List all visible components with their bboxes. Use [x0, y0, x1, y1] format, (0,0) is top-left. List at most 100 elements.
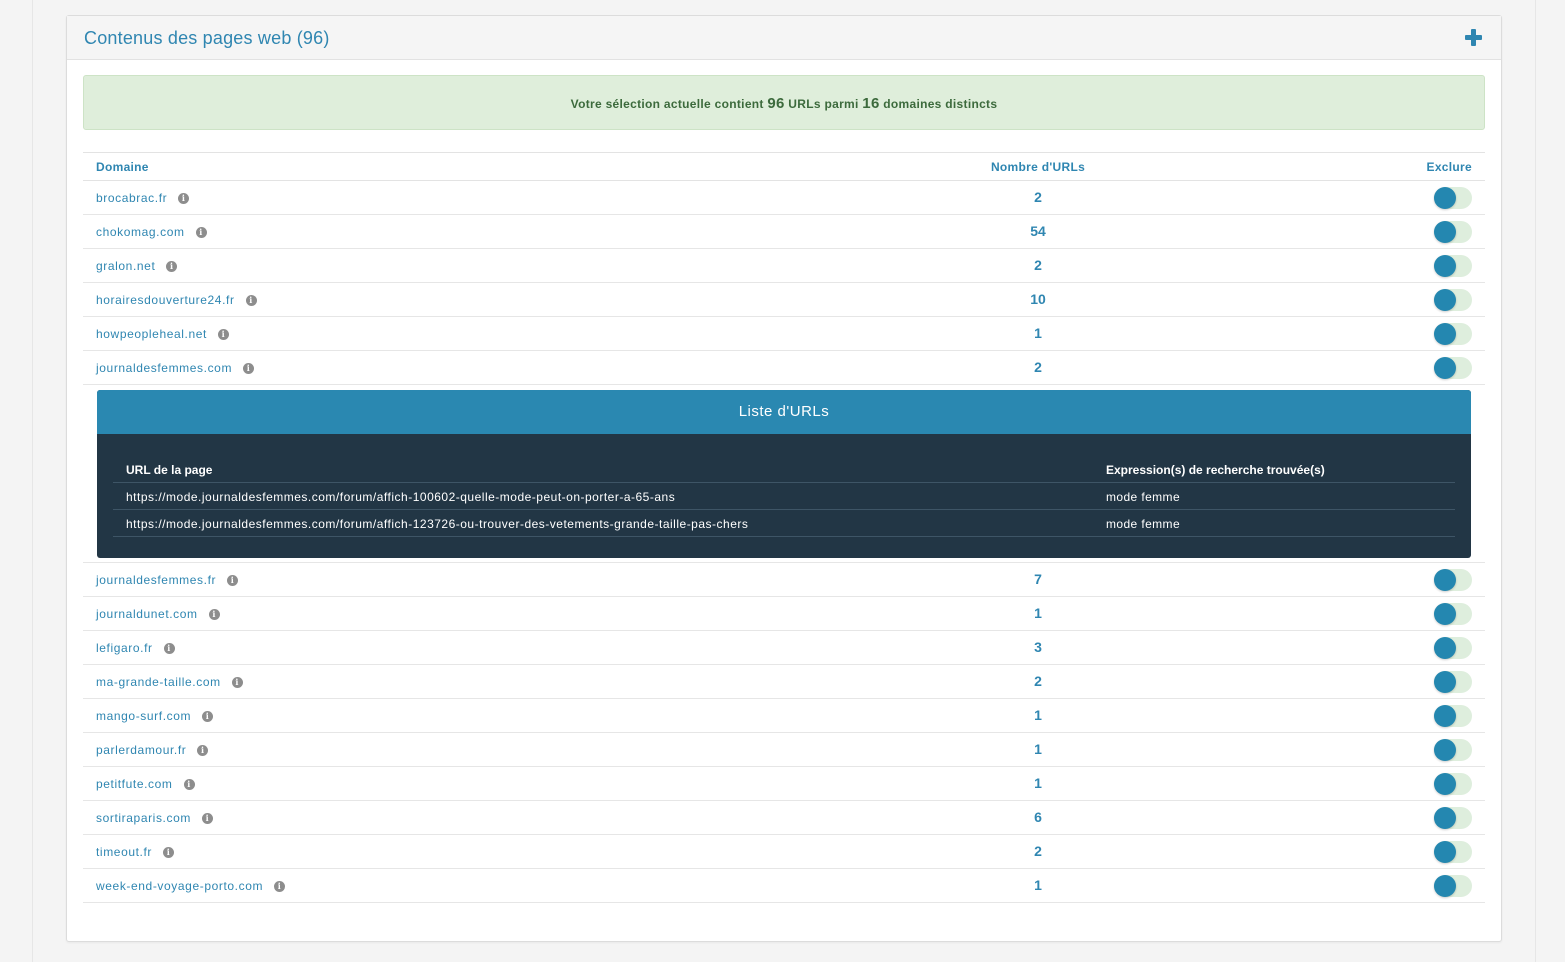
- domain-link[interactable]: chokomag.com i: [96, 225, 207, 239]
- page-url-link[interactable]: https://mode.journaldesfemmes.com/forum/…: [126, 490, 675, 504]
- exclude-toggle[interactable]: [1434, 705, 1472, 727]
- url-count: 1: [1034, 707, 1042, 723]
- domain-name[interactable]: sortiraparis.com: [96, 811, 191, 825]
- exclude-toggle[interactable]: [1434, 289, 1472, 311]
- domain-link[interactable]: week-end-voyage-porto.com i: [96, 879, 286, 893]
- domain-name[interactable]: week-end-voyage-porto.com: [96, 879, 263, 893]
- url-count: 2: [1034, 189, 1042, 205]
- domain-link[interactable]: journaldunet.com i: [96, 607, 220, 621]
- domain-link[interactable]: parlerdamour.fr i: [96, 743, 209, 757]
- exclude-toggle[interactable]: [1434, 603, 1472, 625]
- url-column-header-expression: Expression(s) de recherche trouvée(s): [1106, 463, 1325, 477]
- domain-name[interactable]: petitfute.com: [96, 777, 173, 791]
- exclude-toggle[interactable]: [1434, 773, 1472, 795]
- domain-link[interactable]: mango-surf.com i: [96, 709, 214, 723]
- info-circle-icon[interactable]: i: [243, 363, 255, 374]
- exclude-toggle[interactable]: [1434, 221, 1472, 243]
- domain-link[interactable]: howpeopleheal.net i: [96, 327, 229, 341]
- panel-title: Contenus des pages web (96): [84, 28, 330, 48]
- info-circle-icon[interactable]: i: [183, 779, 195, 790]
- domain-name[interactable]: parlerdamour.fr: [96, 743, 186, 757]
- toggle-knob: [1434, 323, 1456, 345]
- url-list-title: Liste d'URLs: [97, 390, 1471, 434]
- domain-link[interactable]: gralon.net i: [96, 259, 178, 273]
- toggle-knob: [1434, 187, 1456, 209]
- toggle-knob: [1434, 221, 1456, 243]
- domain-name[interactable]: chokomag.com: [96, 225, 185, 239]
- exclude-toggle[interactable]: [1434, 357, 1472, 379]
- info-circle-icon[interactable]: i: [202, 711, 214, 722]
- toggle-knob: [1434, 637, 1456, 659]
- domain-name[interactable]: timeout.fr: [96, 845, 152, 859]
- domain-name[interactable]: howpeopleheal.net: [96, 327, 207, 341]
- column-header-exclude: Exclure: [1426, 160, 1472, 174]
- domain-name[interactable]: journaldesfemmes.fr: [96, 573, 216, 587]
- domain-link[interactable]: ma-grande-taille.com i: [96, 675, 243, 689]
- url-list-box: Liste d'URLs URL de la page Expression(s…: [97, 390, 1471, 558]
- exclude-toggle[interactable]: [1434, 323, 1472, 345]
- info-circle-icon[interactable]: i: [195, 227, 207, 238]
- domain-name[interactable]: brocabrac.fr: [96, 191, 167, 205]
- plus-icon[interactable]: [1465, 29, 1482, 46]
- domain-name[interactable]: mango-surf.com: [96, 709, 191, 723]
- table-row: mango-surf.com i 1: [83, 699, 1485, 733]
- domain-name[interactable]: lefigaro.fr: [96, 641, 153, 655]
- info-circle-icon[interactable]: i: [208, 609, 220, 620]
- url-column-header-page: URL de la page: [126, 463, 213, 477]
- domain-link[interactable]: horairesdouverture24.fr i: [96, 293, 257, 307]
- table-row: journaldesfemmes.fr i 7: [83, 563, 1485, 597]
- column-header-url-count[interactable]: Nombre d'URLs: [953, 160, 1123, 174]
- info-circle-icon[interactable]: i: [217, 329, 229, 340]
- table-row: brocabrac.fr i 2: [83, 181, 1485, 215]
- exclude-toggle[interactable]: [1434, 739, 1472, 761]
- toggle-knob: [1434, 739, 1456, 761]
- info-circle-icon[interactable]: i: [231, 677, 243, 688]
- domains-table: Domaine Nombre d'URLs Exclure brocabrac.…: [83, 152, 1485, 903]
- url-count: 2: [1034, 673, 1042, 689]
- domain-link[interactable]: lefigaro.fr i: [96, 641, 175, 655]
- info-circle-icon[interactable]: i: [163, 643, 175, 654]
- domain-name[interactable]: journaldesfemmes.com: [96, 361, 232, 375]
- exclude-toggle[interactable]: [1434, 671, 1472, 693]
- domain-name[interactable]: ma-grande-taille.com: [96, 675, 221, 689]
- exclude-toggle[interactable]: [1434, 187, 1472, 209]
- info-circle-icon[interactable]: i: [245, 295, 257, 306]
- info-circle-icon[interactable]: i: [163, 847, 175, 858]
- domain-link[interactable]: timeout.fr i: [96, 845, 175, 859]
- table-row: journaldunet.com i 1: [83, 597, 1485, 631]
- exclude-toggle[interactable]: [1434, 841, 1472, 863]
- selection-summary-alert: Votre sélection actuelle contient 96 URL…: [83, 75, 1485, 130]
- info-circle-icon[interactable]: i: [201, 813, 213, 824]
- exclude-toggle[interactable]: [1434, 637, 1472, 659]
- column-header-domain[interactable]: Domaine: [96, 160, 149, 174]
- domain-name[interactable]: gralon.net: [96, 259, 155, 273]
- url-count: 1: [1034, 605, 1042, 621]
- info-circle-icon[interactable]: i: [274, 881, 286, 892]
- info-circle-icon[interactable]: i: [178, 193, 190, 204]
- domain-link[interactable]: journaldesfemmes.com i: [96, 361, 255, 375]
- table-row: ma-grande-taille.com i 2: [83, 665, 1485, 699]
- info-circle-icon[interactable]: i: [197, 745, 209, 756]
- table-row: gralon.net i 2: [83, 249, 1485, 283]
- url-list-table: URL de la page Expression(s) de recherch…: [113, 461, 1455, 537]
- domain-link[interactable]: petitfute.com i: [96, 777, 195, 791]
- info-circle-icon[interactable]: i: [166, 261, 178, 272]
- exclude-toggle[interactable]: [1434, 569, 1472, 591]
- domain-link[interactable]: brocabrac.fr i: [96, 191, 190, 205]
- exclude-toggle[interactable]: [1434, 875, 1472, 897]
- exclude-toggle[interactable]: [1434, 255, 1472, 277]
- domain-link[interactable]: journaldesfemmes.fr i: [96, 573, 239, 587]
- toggle-knob: [1434, 705, 1456, 727]
- url-count: 1: [1034, 775, 1042, 791]
- table-row: horairesdouverture24.fr i 10: [83, 283, 1485, 317]
- web-pages-panel: Contenus des pages web (96) Votre sélect…: [66, 15, 1502, 942]
- info-circle-icon[interactable]: i: [227, 575, 239, 586]
- page-url-link[interactable]: https://mode.journaldesfemmes.com/forum/…: [126, 517, 748, 531]
- url-count: 54: [1030, 223, 1046, 239]
- alert-suffix: domaines distincts: [883, 97, 998, 111]
- domain-link[interactable]: sortiraparis.com i: [96, 811, 213, 825]
- toggle-knob: [1434, 289, 1456, 311]
- exclude-toggle[interactable]: [1434, 807, 1472, 829]
- domain-name[interactable]: journaldunet.com: [96, 607, 198, 621]
- domain-name[interactable]: horairesdouverture24.fr: [96, 293, 235, 307]
